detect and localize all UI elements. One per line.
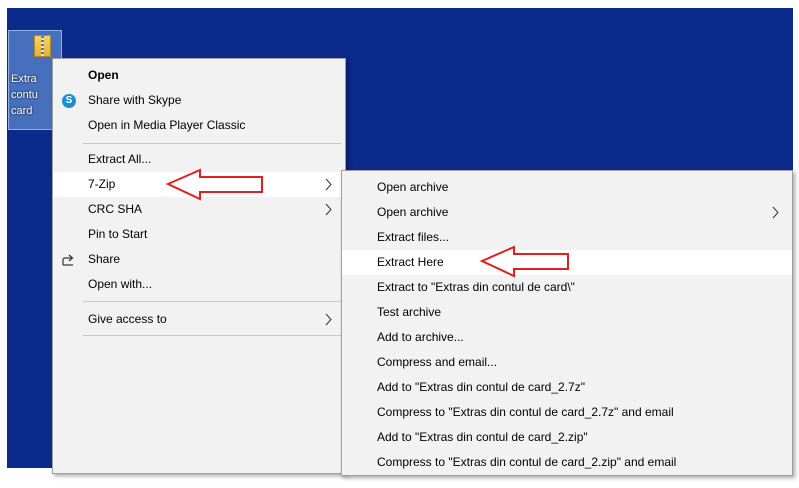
menu-item-label: Pin to Start — [88, 227, 148, 241]
menu-separator — [83, 335, 341, 336]
menu-item-label: Open in Media Player Classic — [88, 118, 246, 132]
submenu-item-add-to-7z[interactable]: Add to "Extras din contul de card_2.7z" — [342, 375, 792, 400]
submenu-item-label: Extract to "Extras din contul de card\" — [377, 280, 575, 294]
submenu-item-label: Add to "Extras din contul de card_2.zip" — [377, 430, 588, 444]
submenu-item-label: Compress and email... — [377, 355, 498, 369]
submenu-item-compress-to-zip-email[interactable]: Compress to "Extras din contul de card_2… — [342, 450, 792, 475]
menu-item-label: 7-Zip — [88, 177, 116, 191]
menu-item-label: Share with Skype — [88, 93, 182, 107]
chevron-right-icon — [772, 206, 779, 219]
submenu-item-open-archive[interactable]: Open archive — [342, 175, 792, 200]
submenu-item-compress-and-email[interactable]: Compress and email... — [342, 350, 792, 375]
submenu-item-test-archive[interactable]: Test archive — [342, 300, 792, 325]
submenu-item-extract-to-folder[interactable]: Extract to "Extras din contul de card\" — [342, 275, 792, 300]
menu-item-label: Extract All... — [88, 152, 152, 166]
menu-item-share[interactable]: Share — [53, 247, 345, 272]
menu-item-7zip[interactable]: 7-Zip — [53, 172, 345, 197]
submenu-item-label: Compress to "Extras din contul de card_2… — [377, 405, 674, 419]
submenu-item-add-to-zip[interactable]: Add to "Extras din contul de card_2.zip" — [342, 425, 792, 450]
submenu-item-label: Extract files... — [377, 230, 450, 244]
menu-separator — [83, 143, 341, 144]
submenu-item-open-archive-more[interactable]: Open archive — [342, 200, 792, 225]
submenu-item-extract-here[interactable]: Extract Here — [342, 250, 792, 275]
menu-item-label: Give access to — [88, 312, 167, 326]
chevron-right-icon — [325, 313, 332, 326]
menu-item-label: Open — [88, 68, 119, 82]
submenu-item-label: Open archive — [377, 205, 449, 219]
menu-item-give-access-to[interactable]: Give access to — [53, 307, 345, 332]
menu-item-open-in-media-player-classic[interactable]: Open in Media Player Classic — [53, 113, 345, 138]
submenu-item-compress-to-7z-email[interactable]: Compress to "Extras din contul de card_2… — [342, 400, 792, 425]
submenu-item-label: Extract Here — [377, 255, 444, 269]
skype-icon: S — [62, 94, 76, 108]
submenu-item-label: Add to "Extras din contul de card_2.7z" — [377, 380, 585, 394]
7zip-submenu: Open archive Open archive Extract files.… — [341, 170, 793, 476]
share-icon — [62, 254, 74, 266]
menu-item-crc-sha[interactable]: CRC SHA — [53, 197, 345, 222]
menu-item-extract-all[interactable]: Extract All... — [53, 147, 345, 172]
menu-item-open[interactable]: Open — [53, 63, 345, 88]
menu-item-label: Open with... — [88, 277, 153, 291]
submenu-item-add-to-archive[interactable]: Add to archive... — [342, 325, 792, 350]
menu-separator — [83, 301, 341, 302]
menu-item-share-with-skype[interactable]: S Share with Skype — [53, 88, 345, 113]
submenu-item-label: Open archive — [377, 180, 449, 194]
submenu-item-extract-files[interactable]: Extract files... — [342, 225, 792, 250]
submenu-item-label: Compress to "Extras din contul de card_2… — [377, 455, 677, 469]
menu-item-open-with[interactable]: Open with... — [53, 272, 345, 297]
submenu-item-label: Test archive — [377, 305, 442, 319]
submenu-item-label: Add to archive... — [377, 330, 464, 344]
zip-folder-icon — [34, 35, 51, 57]
chevron-right-icon — [325, 203, 332, 216]
context-menu: Open S Share with Skype Open in Media Pl… — [52, 58, 346, 474]
menu-item-label: CRC SHA — [88, 202, 143, 216]
chevron-right-icon — [325, 178, 332, 191]
menu-item-pin-to-start[interactable]: Pin to Start — [53, 222, 345, 247]
menu-item-label: Share — [88, 252, 121, 266]
